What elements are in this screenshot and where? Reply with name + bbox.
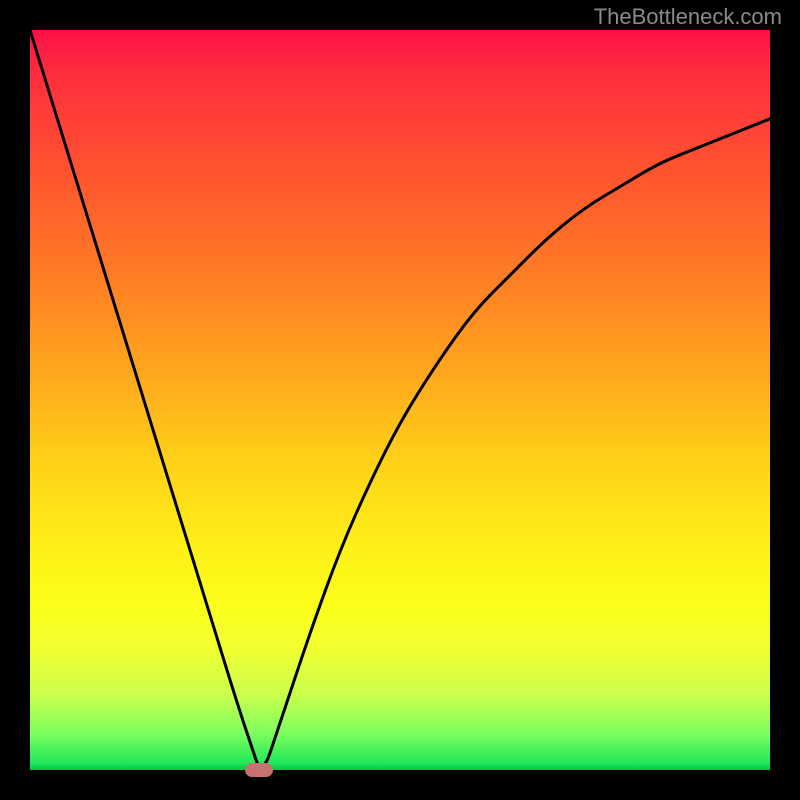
chart-frame: TheBottleneck.com: [0, 0, 800, 800]
bottleneck-curve: [30, 30, 770, 770]
watermark-text: TheBottleneck.com: [594, 4, 782, 30]
chart-plot-area: [30, 30, 770, 770]
minimum-marker: [245, 763, 273, 777]
bottleneck-curve-path: [30, 30, 770, 767]
